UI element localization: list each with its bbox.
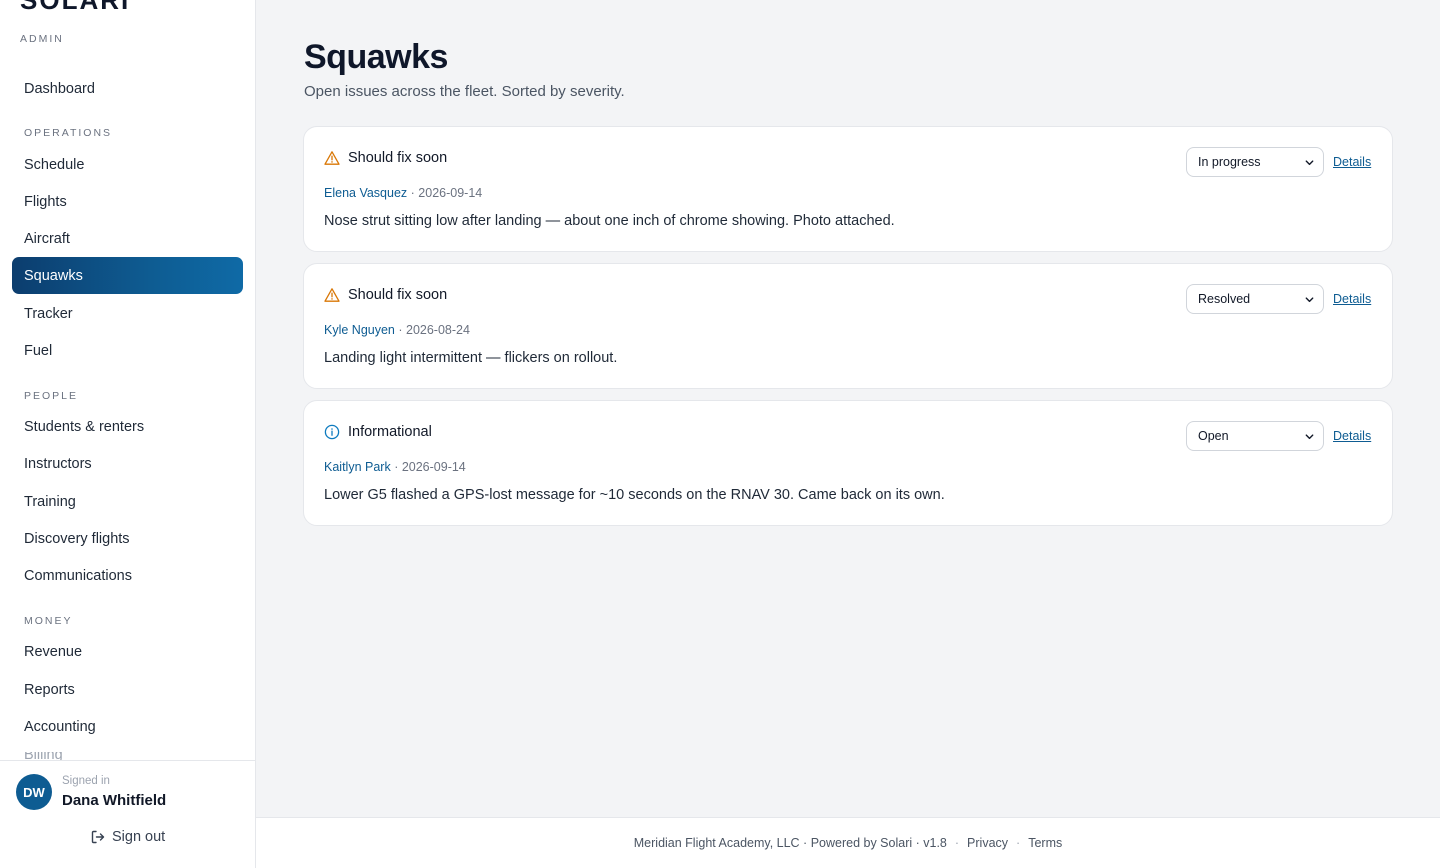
sidebar-item-flights[interactable]: Flights — [12, 183, 243, 220]
sidebar-item-tracker[interactable]: Tracker — [12, 295, 243, 332]
footer-separator: · — [1016, 836, 1021, 850]
chevron-down-icon — [1305, 297, 1314, 303]
signed-in-label: Signed in — [62, 775, 110, 787]
footer-separator: · — [954, 836, 960, 850]
squawk-date: · 2026-08-24 — [398, 323, 470, 337]
chevron-down-icon — [1305, 434, 1314, 440]
status-value: Open — [1198, 429, 1229, 443]
squawk-date: · 2026-09-14 — [410, 186, 483, 200]
squawk-author: Kaitlyn Park — [324, 460, 391, 474]
severity-header: Informational — [324, 424, 432, 440]
sidebar-item-instructors[interactable]: Instructors — [12, 445, 243, 482]
nav-section-money: MONEY — [24, 615, 73, 627]
sign-out-label: Sign out — [112, 829, 166, 845]
sidebar: SOLARI ADMIN Dashboard OPERATIONS Schedu… — [0, 0, 256, 868]
squawk-card: Informational Kaitlyn Park · 2026-09-14 … — [303, 400, 1393, 526]
sidebar-item-training[interactable]: Training — [12, 483, 243, 520]
sidebar-item-revenue[interactable]: Revenue — [12, 633, 243, 670]
sign-out-icon — [91, 830, 105, 844]
squawk-description: Landing light intermittent — flickers on… — [324, 350, 618, 366]
status-select[interactable]: Resolved — [1186, 284, 1324, 314]
footer-company: Meridian Flight Academy, LLC · Powered b… — [633, 836, 947, 850]
user-panel: DW Signed in Dana Whitfield Sign out — [0, 760, 255, 868]
squawk-description: Lower G5 flashed a GPS-lost message for … — [324, 487, 945, 503]
nav-section-people: PEOPLE — [24, 390, 79, 402]
status-select[interactable]: In progress — [1186, 147, 1324, 177]
terms-link[interactable]: Terms — [1028, 836, 1062, 850]
sidebar-item-billing[interactable]: Billing — [24, 752, 63, 760]
squawk-meta: Kaitlyn Park · 2026-09-14 — [324, 460, 466, 474]
main-content: Squawks Open issues across the fleet. So… — [256, 0, 1440, 817]
brand-logo: SOLARI — [20, 0, 131, 15]
sidebar-item-discovery-flights[interactable]: Discovery flights — [12, 520, 243, 557]
nav-section-operations: OPERATIONS — [24, 127, 113, 139]
sidebar-item-aircraft[interactable]: Aircraft — [12, 220, 243, 257]
user-name: Dana Whitfield — [62, 792, 167, 809]
squawk-date: · 2026-09-14 — [394, 460, 466, 474]
warning-triangle-icon — [324, 288, 340, 302]
squawk-card: Should fix soon Elena Vasquez · 2026-09-… — [303, 126, 1393, 252]
sidebar-item-communications[interactable]: Communications — [12, 557, 243, 594]
squawk-card: Should fix soon Kyle Nguyen · 2026-08-24… — [303, 263, 1393, 389]
avatar: DW — [16, 774, 52, 810]
chevron-down-icon — [1305, 160, 1314, 166]
sidebar-item-schedule[interactable]: Schedule — [12, 146, 243, 183]
warning-triangle-icon — [324, 151, 340, 165]
sign-out-button[interactable]: Sign out — [90, 829, 165, 845]
sidebar-item-accounting[interactable]: Accounting — [12, 708, 243, 745]
page-title: Squawks — [304, 38, 448, 76]
severity-label: Should fix soon — [348, 287, 448, 303]
squawk-description: Nose strut sitting low after landing — a… — [324, 213, 895, 229]
squawk-meta: Elena Vasquez · 2026-09-14 — [324, 186, 482, 200]
privacy-link[interactable]: Privacy — [967, 836, 1008, 850]
status-value: Resolved — [1198, 292, 1251, 306]
sidebar-item-reports[interactable]: Reports — [12, 671, 243, 708]
sidebar-item-squawks[interactable]: Squawks — [12, 257, 243, 294]
severity-label: Informational — [348, 424, 432, 440]
page-subtitle: Open issues across the fleet. Sorted by … — [304, 83, 625, 100]
sidebar-item-dashboard[interactable]: Dashboard — [12, 70, 243, 107]
footer: Meridian Flight Academy, LLC · Powered b… — [256, 817, 1440, 868]
details-link[interactable]: Details — [1333, 292, 1371, 306]
status-value: In progress — [1198, 155, 1261, 169]
sidebar-nav[interactable]: SOLARI ADMIN Dashboard OPERATIONS Schedu… — [0, 0, 255, 760]
severity-header: Should fix soon — [324, 287, 447, 303]
sidebar-item-students-renters[interactable]: Students & renters — [12, 408, 243, 445]
details-link[interactable]: Details — [1333, 429, 1371, 443]
status-select[interactable]: Open — [1186, 421, 1324, 451]
squawk-meta: Kyle Nguyen · 2026-08-24 — [324, 323, 470, 337]
severity-header: Should fix soon — [324, 150, 447, 166]
sidebar-item-fuel[interactable]: Fuel — [12, 332, 243, 369]
brand-subtitle: ADMIN — [20, 33, 64, 45]
info-circle-icon — [324, 424, 340, 440]
severity-label: Should fix soon — [348, 150, 448, 166]
squawk-author: Elena Vasquez — [324, 186, 408, 200]
details-link[interactable]: Details — [1333, 155, 1371, 169]
squawk-author: Kyle Nguyen — [324, 323, 395, 337]
